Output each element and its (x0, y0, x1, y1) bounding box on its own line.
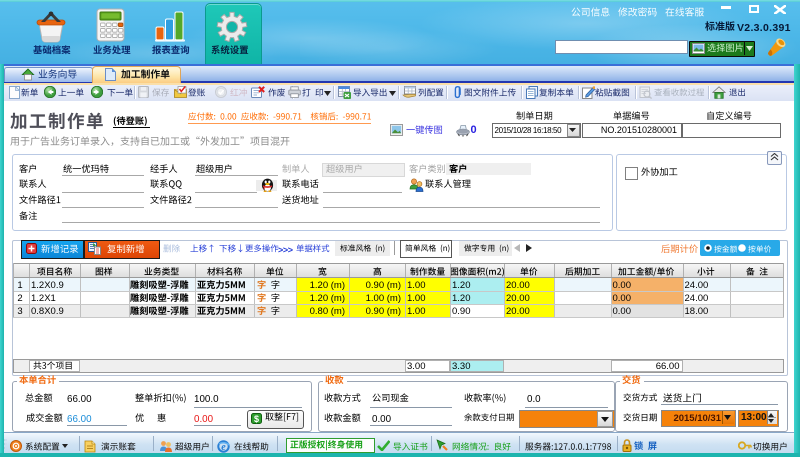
svg-text:e: e (221, 442, 226, 453)
svg-text:$: $ (254, 413, 259, 423)
